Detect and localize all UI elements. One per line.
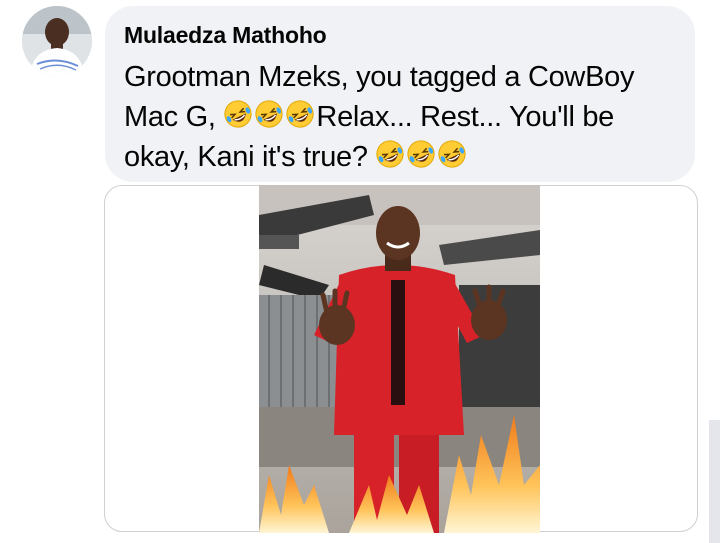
man-in-red-tracksuit-photo-icon [259, 185, 540, 533]
rolling-laughing-emoji-icon [438, 140, 467, 168]
attached-photo[interactable] [259, 185, 540, 533]
rolling-laughing-emoji-icon [376, 140, 405, 168]
comment-author-name[interactable]: Mulaedza Mathoho [124, 20, 675, 50]
rolling-laughing-emoji-icon [224, 100, 253, 128]
commenter-avatar[interactable] [22, 6, 92, 76]
rolling-laughing-emoji-icon [255, 100, 284, 128]
profile-photo-icon [22, 6, 92, 76]
rolling-laughing-emoji-icon [407, 140, 436, 168]
comment-text: Grootman Mzeks, you tagged a CowBoy Mac … [124, 57, 675, 177]
scrollbar-edge[interactable] [709, 420, 720, 543]
comment-bubble: Mulaedza Mathoho Grootman Mzeks, you tag… [105, 6, 695, 182]
rolling-laughing-emoji-icon [286, 100, 315, 128]
